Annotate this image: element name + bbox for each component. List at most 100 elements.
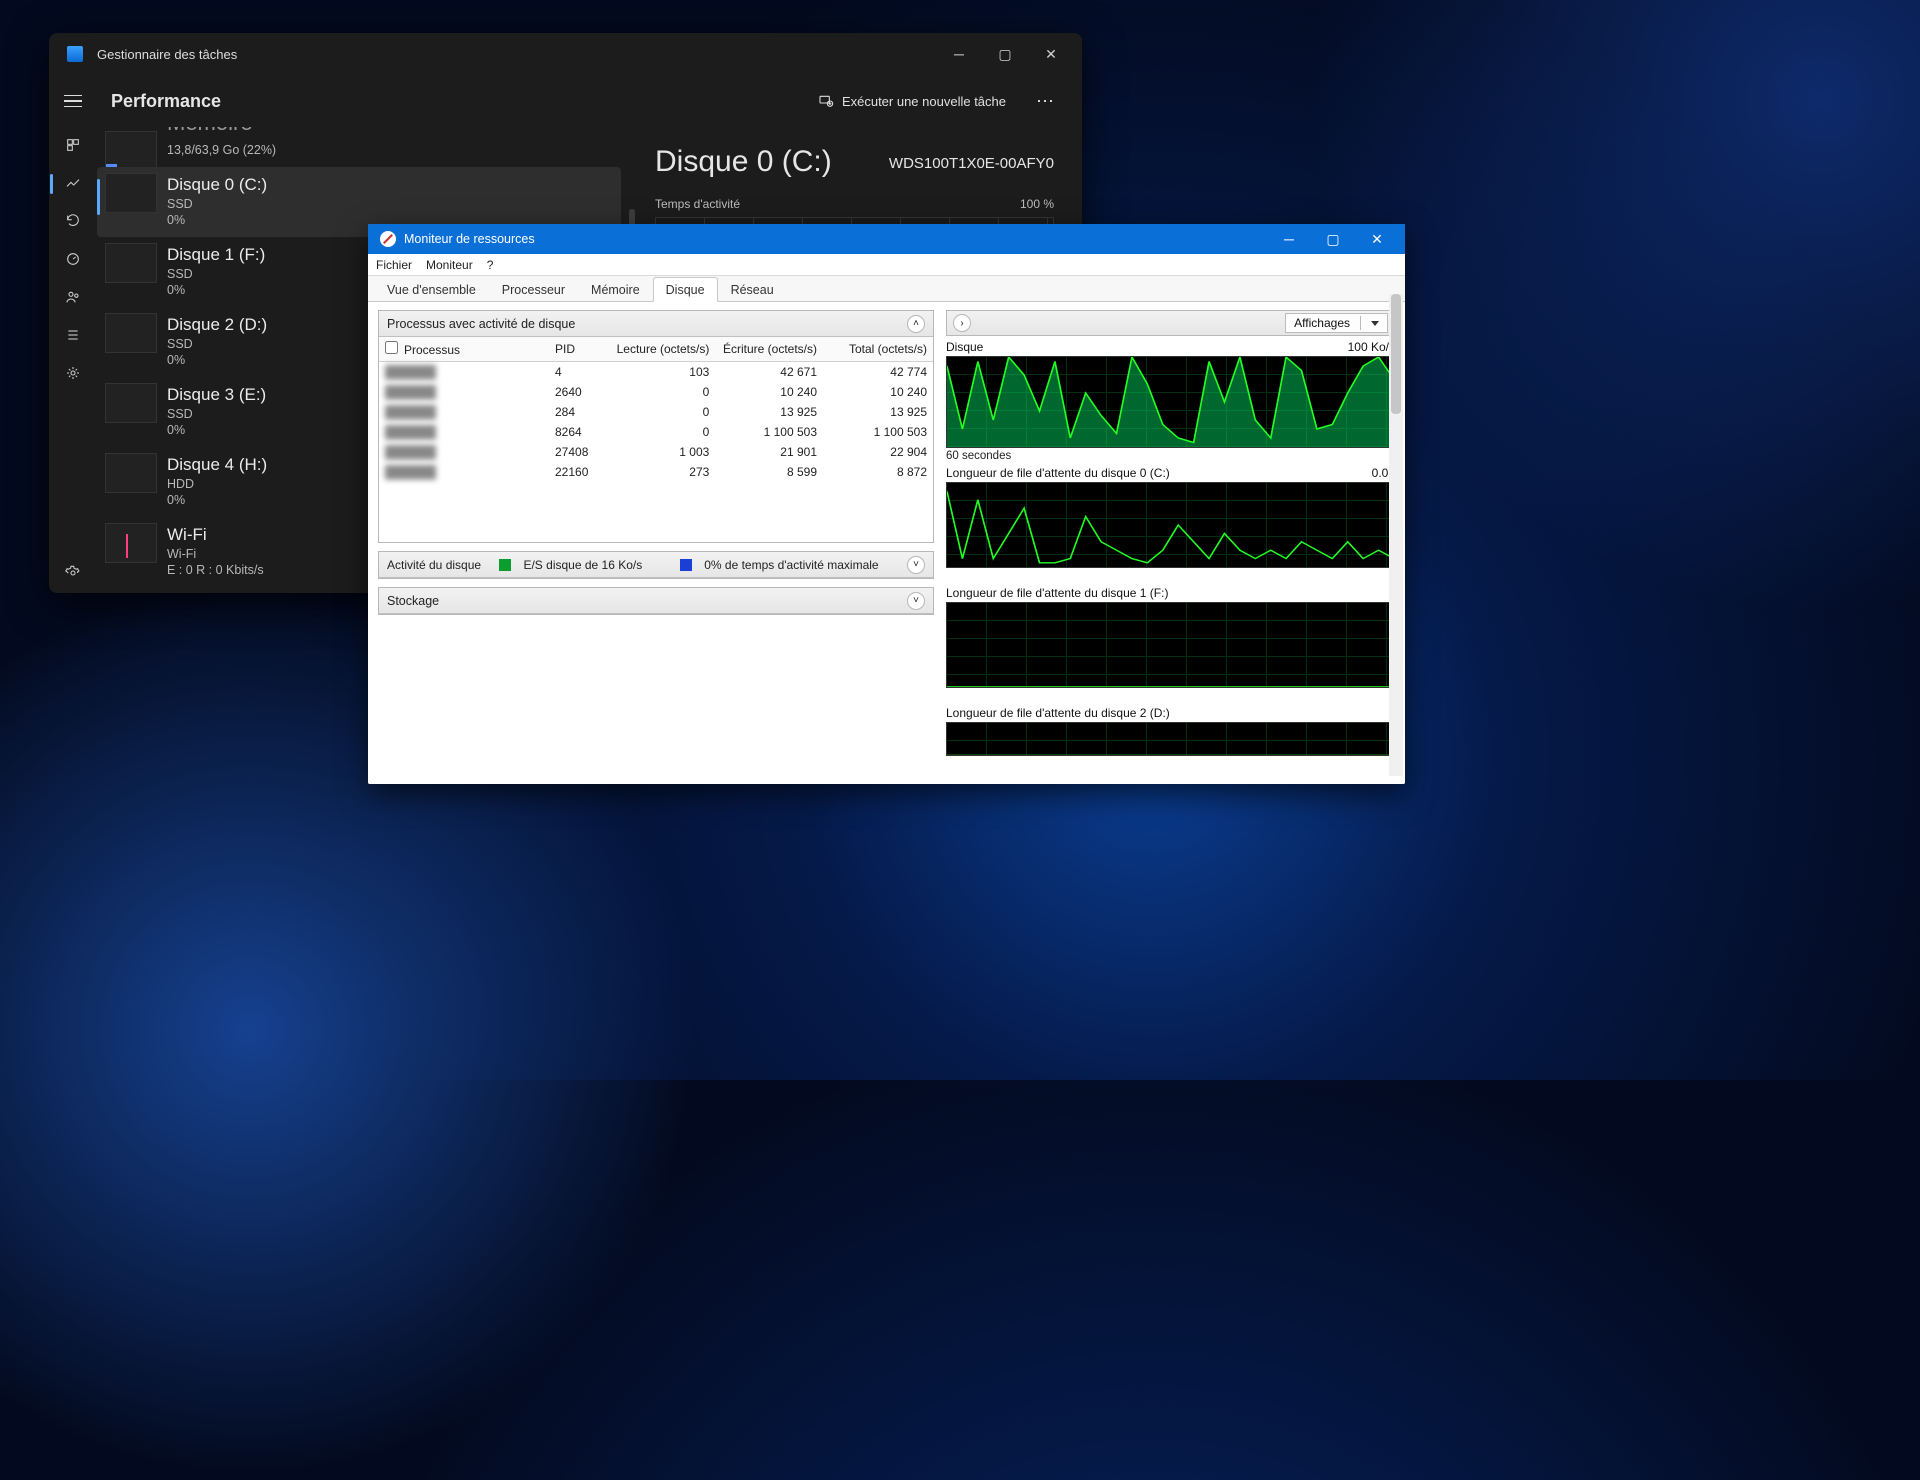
- minimize-button[interactable]: ─: [1267, 224, 1311, 254]
- table-row[interactable]: ██████ 284 0 13 925 13 925: [379, 402, 933, 422]
- menu-help[interactable]: ?: [487, 258, 494, 272]
- nav-details[interactable]: [53, 317, 93, 355]
- close-button[interactable]: ✕: [1028, 38, 1074, 70]
- storage-panel: Stockage ˅: [378, 587, 934, 615]
- chart-label: Longueur de file d'attente du disque 1 (…: [946, 586, 1168, 600]
- cell-write: 21 901: [715, 442, 823, 462]
- disk-activity-panel: Activité du disque E/S disque de 16 Ko/s…: [378, 551, 934, 579]
- nav-settings[interactable]: [53, 555, 93, 593]
- collapse-icon[interactable]: ˄: [907, 315, 925, 333]
- panel-header[interactable]: Stockage ˅: [379, 588, 933, 614]
- more-button[interactable]: ⋯: [1026, 85, 1064, 118]
- tabs: Vue d'ensemble Processeur Mémoire Disque…: [368, 276, 1405, 302]
- scrollbar[interactable]: [1389, 294, 1403, 776]
- nav-processes[interactable]: [53, 127, 93, 165]
- col-process[interactable]: Processus: [404, 343, 460, 357]
- close-button[interactable]: ✕: [1355, 224, 1399, 254]
- maximize-button[interactable]: ▢: [1311, 224, 1355, 254]
- panel-title: Activité du disque: [387, 558, 481, 572]
- chart-max: 100 Ko/s: [1348, 340, 1395, 354]
- chart-canvas: [946, 602, 1395, 688]
- expand-icon[interactable]: ˅: [907, 592, 925, 610]
- nav-app-history[interactable]: [53, 203, 93, 241]
- chart-canvas: [946, 482, 1395, 568]
- cell-write: 42 671: [715, 362, 823, 383]
- cell-total: 8 872: [823, 462, 933, 482]
- thumb: [105, 523, 157, 563]
- titlebar[interactable]: Moniteur de ressources ─ ▢ ✕: [368, 224, 1405, 254]
- tab-disk[interactable]: Disque: [653, 277, 718, 302]
- chevron-down-icon: [1371, 321, 1379, 326]
- run-task-button[interactable]: Exécuter une nouvelle tâche: [808, 87, 1016, 115]
- cell-write: 13 925: [715, 402, 823, 422]
- chart-queue-2: Longueur de file d'attente du disque 2 (…: [946, 706, 1395, 756]
- chart-disk: Disque 100 Ko/s 60 secondes 0: [946, 340, 1395, 462]
- table-row[interactable]: ██████ 8264 0 1 100 503 1 100 503: [379, 422, 933, 442]
- col-write[interactable]: Écriture (octets/s): [715, 337, 823, 362]
- chart-label: Longueur de file d'attente du disque 0 (…: [946, 466, 1170, 480]
- hamburger-icon[interactable]: [61, 89, 85, 113]
- tab-overview[interactable]: Vue d'ensemble: [374, 277, 489, 302]
- nav-performance[interactable]: [53, 165, 93, 203]
- cell-write: 10 240: [715, 382, 823, 402]
- section-title: Performance: [111, 91, 221, 112]
- menu-file[interactable]: Fichier: [376, 258, 412, 272]
- tab-network[interactable]: Réseau: [718, 277, 787, 302]
- cell-total: 13 925: [823, 402, 933, 422]
- view-dropdown[interactable]: Affichages: [1285, 313, 1388, 333]
- activity-value: 100 %: [1020, 197, 1054, 211]
- cell-total: 10 240: [823, 382, 933, 402]
- chart-queue-1: Longueur de file d'attente du disque 1 (…: [946, 586, 1395, 702]
- col-pid[interactable]: PID: [549, 337, 609, 362]
- cell-pid: 2640: [549, 382, 609, 402]
- cell-process: ██████: [379, 382, 549, 402]
- cell-write: 8 599: [715, 462, 823, 482]
- table-row[interactable]: ██████ 2640 0 10 240 10 240: [379, 382, 933, 402]
- panel-header[interactable]: Processus avec activité de disque ˄: [379, 311, 933, 337]
- tab-memory[interactable]: Mémoire: [578, 277, 653, 302]
- panel-title: Processus avec activité de disque: [387, 317, 575, 331]
- table-row[interactable]: ██████ 4 103 42 671 42 774: [379, 362, 933, 383]
- swatch-green-icon: [499, 559, 511, 571]
- nav-users[interactable]: [53, 279, 93, 317]
- list-item[interactable]: 13,8/63,9 Go (22%): [97, 143, 621, 167]
- expand-icon[interactable]: ˅: [907, 556, 925, 574]
- menu-monitor[interactable]: Moniteur: [426, 258, 473, 272]
- cell-pid: 284: [549, 402, 609, 422]
- chart-nav-icon[interactable]: ›: [953, 314, 971, 332]
- memory-thumb: [105, 131, 157, 171]
- thumb: [105, 313, 157, 353]
- cell-pid: 27408: [549, 442, 609, 462]
- left-nav: [49, 127, 97, 593]
- chart-label: Longueur de file d'attente du disque 2 (…: [946, 706, 1170, 720]
- cell-process: ██████: [379, 422, 549, 442]
- chart-label: Disque: [946, 340, 983, 354]
- col-total[interactable]: Total (octets/s): [823, 337, 933, 362]
- charts-header: › Affichages: [946, 310, 1395, 336]
- nav-startup[interactable]: [53, 241, 93, 279]
- chart-queue-0: Longueur de file d'attente du disque 0 (…: [946, 466, 1395, 582]
- nav-services[interactable]: [53, 355, 93, 393]
- panel-title: Stockage: [387, 594, 439, 608]
- cell-read: 273: [609, 462, 715, 482]
- table-row[interactable]: ██████ 22160 273 8 599 8 872: [379, 462, 933, 482]
- tab-cpu[interactable]: Processeur: [489, 277, 578, 302]
- minimize-button[interactable]: ─: [936, 38, 982, 70]
- window-title: Gestionnaire des tâches: [97, 47, 237, 62]
- maximize-button[interactable]: ▢: [982, 38, 1028, 70]
- thumb: [105, 453, 157, 493]
- select-all-checkbox[interactable]: [385, 341, 398, 354]
- item-title: Disque 0 (C:): [167, 175, 621, 195]
- panel-header[interactable]: Activité du disque E/S disque de 16 Ko/s…: [379, 552, 933, 578]
- table-row[interactable]: ██████ 27408 1 003 21 901 22 904: [379, 442, 933, 462]
- memory-item-partial[interactable]: Mémoire: [167, 127, 627, 141]
- chart-footer-left: 60 secondes: [946, 450, 1011, 462]
- cell-read: 0: [609, 382, 715, 402]
- titlebar[interactable]: Gestionnaire des tâches ─ ▢ ✕: [49, 33, 1082, 75]
- disk-model: WDS100T1X0E-00AFY0: [889, 155, 1054, 172]
- col-read[interactable]: Lecture (octets/s): [609, 337, 715, 362]
- cell-process: ██████: [379, 462, 549, 482]
- cell-pid: 4: [549, 362, 609, 383]
- cell-read: 0: [609, 422, 715, 442]
- app-icon: [67, 46, 83, 62]
